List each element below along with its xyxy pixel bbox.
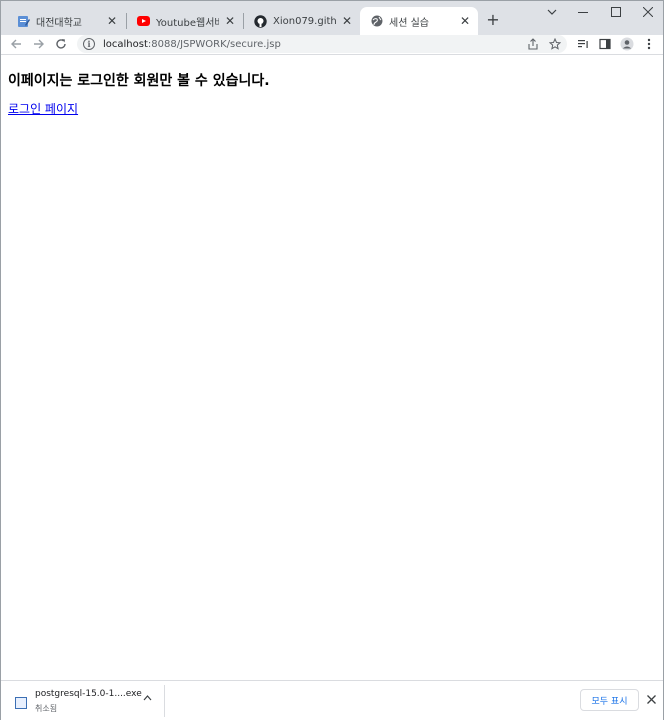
url-path: :8088/JSPWORK/secure.jsp	[147, 38, 281, 50]
close-icon[interactable]: ✕	[458, 14, 472, 28]
page-content: 이페이지는 로그인한 회원만 볼 수 있습니다. 로그인 페이지	[1, 56, 663, 680]
menu-kebab-icon[interactable]	[641, 36, 657, 52]
tab-title: Youtube웹서버용용	[156, 17, 219, 29]
note-edit-icon	[17, 15, 30, 28]
download-bar: postgresql-15.0-1....exe 취소됨 모두 표시	[1, 680, 663, 720]
tab-daejeon-univ[interactable]: 대전대학교 ✕	[7, 7, 125, 35]
page-heading: 이페이지는 로그인한 회원만 볼 수 있습니다.	[8, 73, 270, 89]
profile-avatar-icon[interactable]	[619, 36, 635, 52]
share-icon[interactable]	[525, 36, 541, 52]
url-host: localhost	[103, 38, 148, 50]
minimize-button[interactable]	[567, 1, 599, 23]
forward-button[interactable]	[30, 35, 48, 53]
tab-session-practice[interactable]: 세션 실습 ✕	[360, 7, 478, 35]
globe-icon	[370, 15, 383, 28]
tab-github[interactable]: Xion079.github.io/ ✕	[244, 7, 360, 35]
login-page-link[interactable]: 로그인 페이지	[8, 100, 78, 117]
reading-list-icon[interactable]	[575, 36, 591, 52]
show-all-button[interactable]: 모두 표시	[580, 689, 639, 711]
close-icon[interactable]	[644, 692, 658, 706]
github-icon	[254, 14, 267, 28]
tab-title: 세션 실습	[389, 17, 429, 29]
browser-window: 대전대학교 ✕ Youtube웹서버용용 ✕ Xion079.github.io…	[0, 0, 664, 720]
tab-youtube[interactable]: Youtube웹서버용용 ✕	[127, 7, 243, 35]
tab-title: 대전대학교	[36, 17, 82, 29]
address-bar[interactable]: i localhost:8088/JSPWORK/secure.jsp	[77, 35, 567, 53]
side-panel-icon[interactable]	[597, 36, 613, 52]
close-icon[interactable]: ✕	[105, 14, 119, 28]
download-status: 취소됨	[35, 704, 58, 713]
close-icon[interactable]: ✕	[223, 14, 237, 28]
divider	[164, 685, 165, 717]
tab-title: Xion079.github.io/	[273, 15, 336, 27]
bookmark-star-icon[interactable]	[547, 36, 563, 52]
site-info-icon[interactable]: i	[83, 38, 95, 50]
tab-strip: 대전대학교 ✕ Youtube웹서버용용 ✕ Xion079.github.io…	[1, 1, 663, 35]
tab-search-icon[interactable]	[536, 1, 568, 23]
maximize-button[interactable]	[600, 1, 632, 23]
reload-button[interactable]	[52, 35, 70, 53]
new-tab-button[interactable]: +	[484, 10, 502, 29]
download-file-name: postgresql-15.0-1....exe	[35, 689, 142, 699]
close-icon[interactable]: ✕	[340, 14, 354, 28]
download-item[interactable]: postgresql-15.0-1....exe 취소됨	[7, 685, 163, 717]
file-icon	[15, 697, 27, 709]
youtube-icon	[137, 15, 150, 28]
close-window-button[interactable]	[632, 1, 664, 23]
chevron-up-icon[interactable]	[143, 693, 152, 704]
browser-toolbar: i localhost:8088/JSPWORK/secure.jsp	[1, 35, 663, 55]
back-button[interactable]	[7, 35, 25, 53]
